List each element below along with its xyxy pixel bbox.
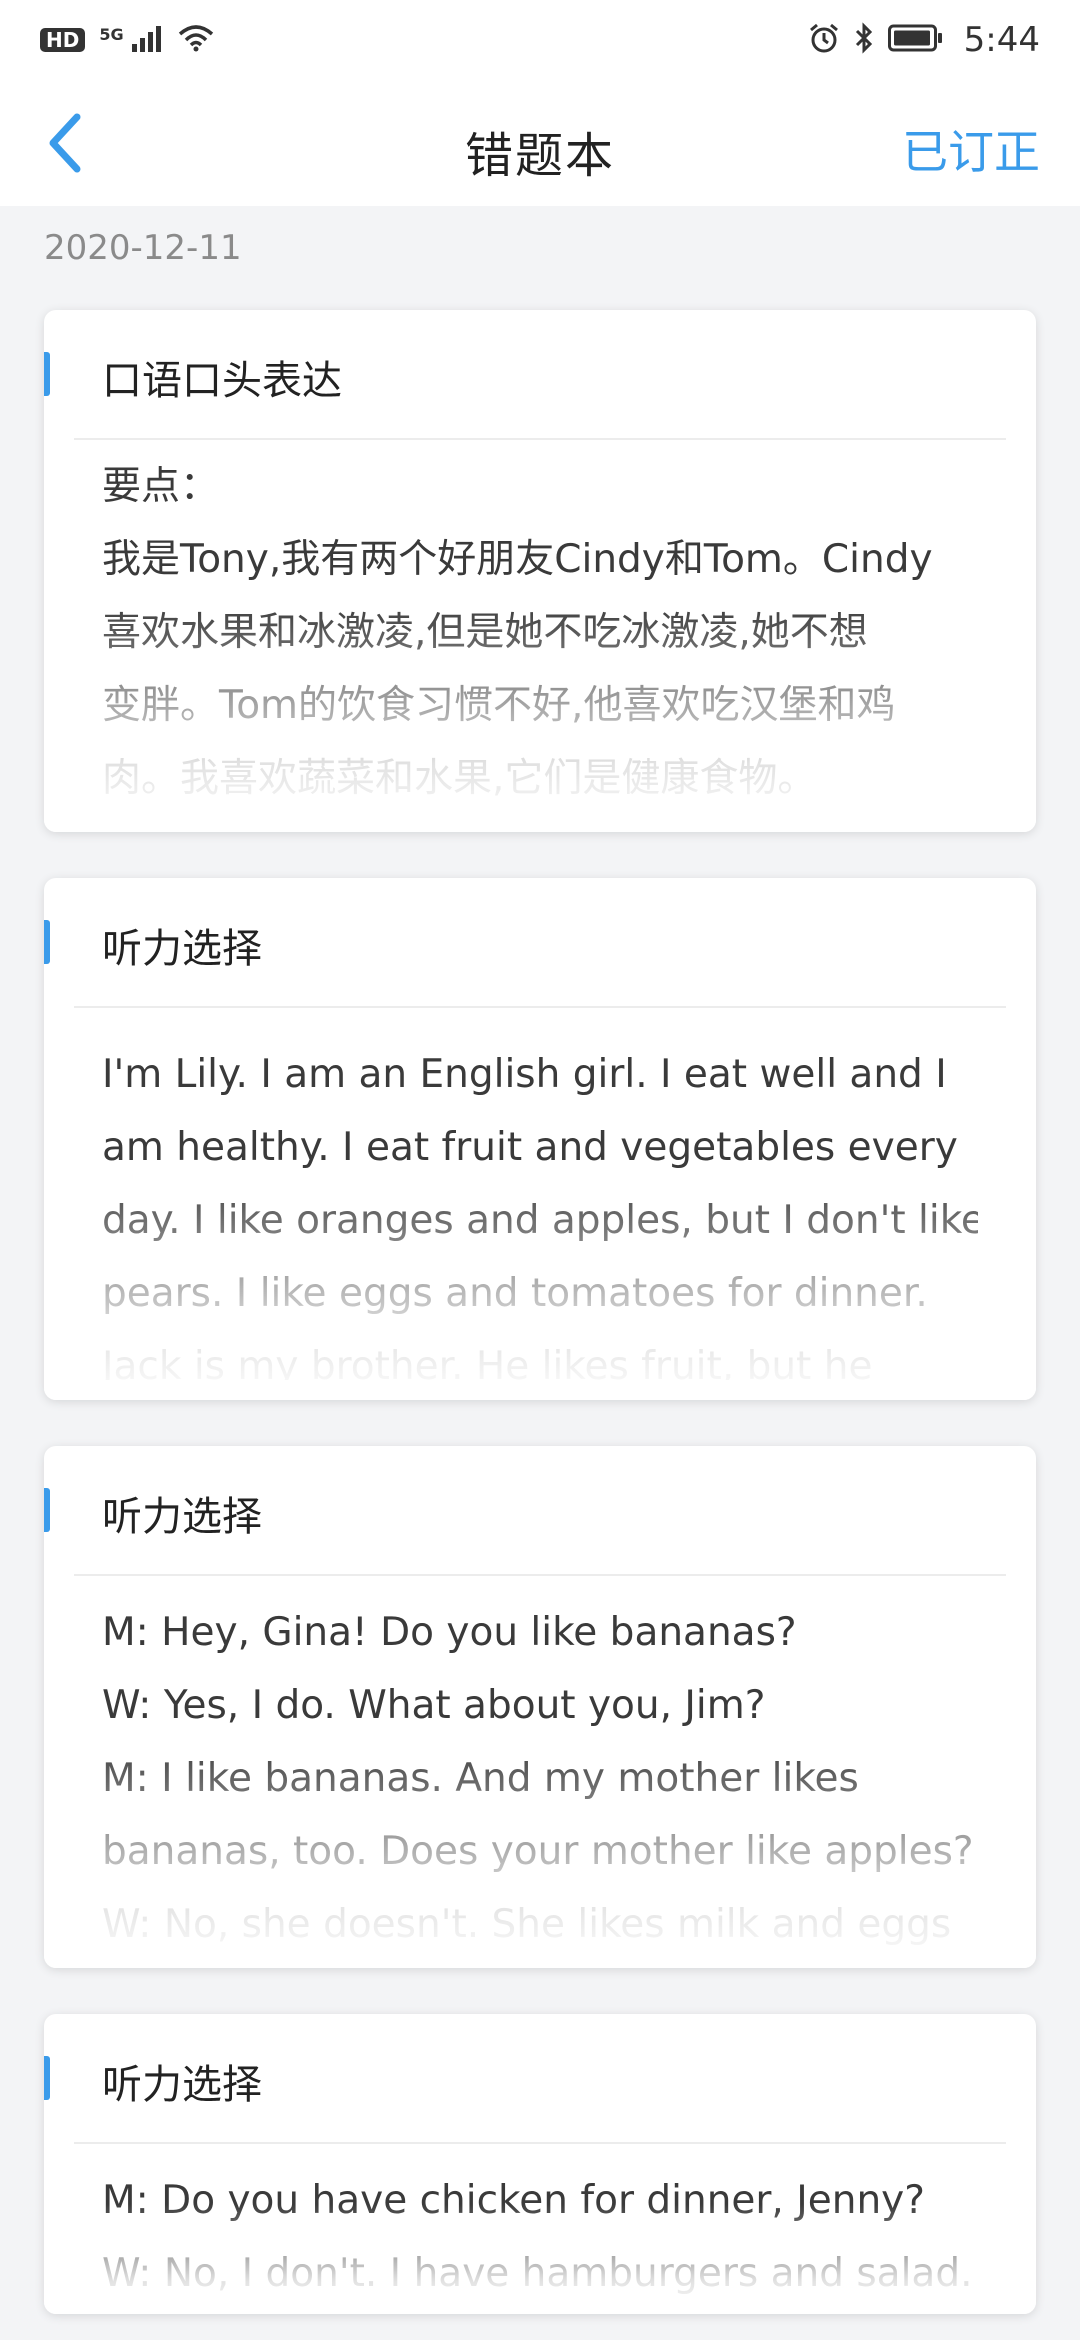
question-card[interactable]: 听力选择 M: Hey, Gina! Do you like bananas? … [44,1446,1036,1968]
card-divider [74,2142,1006,2144]
card-divider [74,1574,1006,1576]
card-accent-bar [44,2056,50,2100]
card-content: M: Hey, Gina! Do you like bananas? W: Ye… [102,1596,978,1948]
status-bar-right: 5:44 [808,20,1040,60]
card-content-line: 变胖。Tom的饮食习惯不好,他喜欢吃汉堡和鸡 [102,683,896,728]
card-content-line: M: Hey, Gina! Do you like bananas? [102,1610,797,1655]
card-content: 要点： 我是Tony,我有两个好朋友Cindy和Tom。Cindy 喜欢水果和冰… [102,450,978,812]
card-content-line: I'm Lily. I am an English girl. I eat we… [102,1052,947,1097]
card-content-line: M: I like bananas. And my mother likes [102,1756,859,1801]
status-bar: HD 5G 5:44 [0,0,1080,80]
card-content: M: Do you have chicken for dinner, Jenny… [102,2164,978,2314]
card-title: 听力选择 [102,1494,262,1540]
card-content-line: Jack is my brother. He likes fruit, but … [102,1344,873,1380]
battery-icon [887,24,944,56]
card-content-line: pears. I like eggs and tomatoes for dinn… [102,1271,928,1316]
card-divider [74,1006,1006,1008]
card-divider [74,438,1006,440]
signal-icon [131,24,164,56]
card-accent-bar [44,920,50,964]
card-content: I'm Lily. I am an English girl. I eat we… [102,1038,978,1380]
card-title: 口语口头表达 [102,358,342,404]
card-content-line: W: No, she doesn't. She likes milk and e… [102,1902,952,1947]
card-content-line: bananas, too. Does your mother like appl… [102,1829,974,1874]
status-bar-left: HD 5G [40,24,214,56]
card-title: 听力选择 [102,926,262,972]
card-accent-bar [44,1488,50,1532]
card-content-line: am healthy. I eat fruit and vegetables e… [102,1125,958,1170]
question-card[interactable]: 听力选择 M: Do you have chicken for dinner, … [44,2014,1036,2314]
card-content-line: 喜欢水果和冰激凌,但是她不吃冰激凌,她不想 [102,610,868,655]
card-content-line: 要点： [102,464,220,509]
card-content-line: 肉。我喜欢蔬菜和水果,它们是健康食物。 [102,756,817,801]
corrected-button[interactable]: 已订正 [902,116,1040,182]
card-content-line: day. I like oranges and apples, but I do… [102,1198,978,1243]
hd-badge: HD [40,28,86,52]
network-type: 5G [99,24,124,44]
date-label: 2020-12-11 [44,228,242,268]
card-content-line: W: Yes, I do. What about you, Jim? [102,1683,766,1728]
status-time: 5:44 [963,20,1040,60]
question-card[interactable]: 口语口头表达 要点： 我是Tony,我有两个好朋友Cindy和Tom。Cindy… [44,310,1036,832]
card-accent-bar [44,352,50,396]
card-title: 听力选择 [102,2062,262,2108]
card-content-line: W: No, I don't. I have hamburgers and sa… [102,2251,973,2296]
app-header: 错题本 已订正 [0,80,1080,206]
question-card[interactable]: 听力选择 I'm Lily. I am an English girl. I e… [44,878,1036,1400]
wifi-icon [178,24,214,56]
card-content-line: M: Do you have chicken for dinner, Jenny… [102,2178,925,2223]
card-content-line: 我是Tony,我有两个好朋友Cindy和Tom。Cindy [102,537,933,582]
bluetooth-icon [854,22,874,58]
alarm-icon [808,22,840,58]
